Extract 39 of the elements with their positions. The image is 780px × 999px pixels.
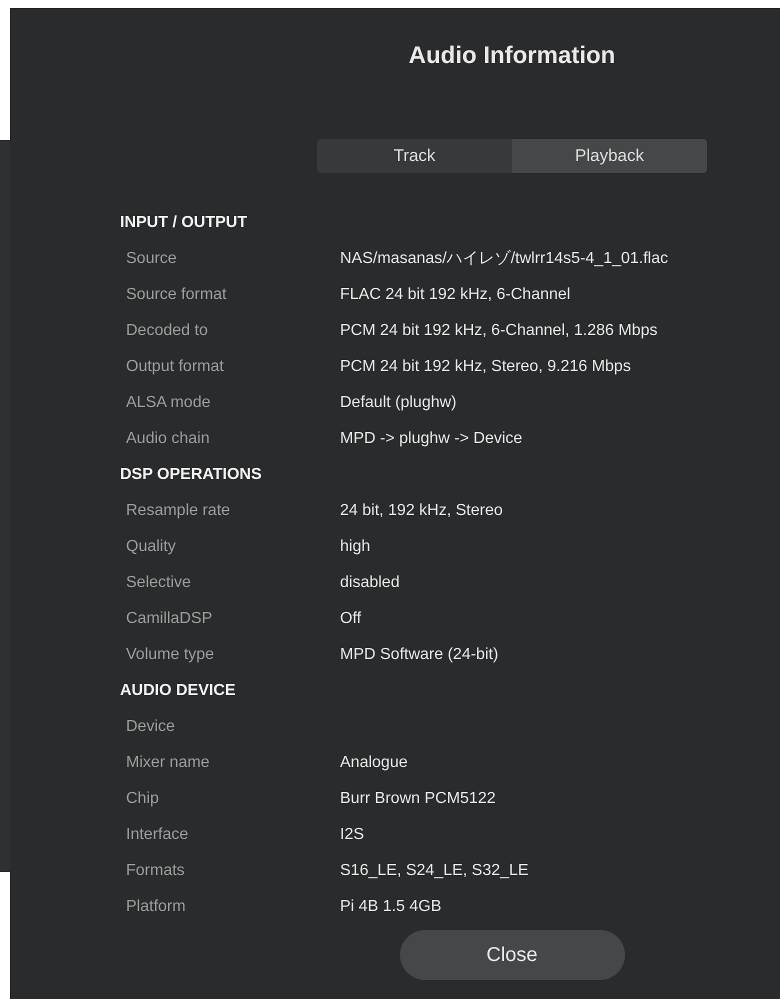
section-heading: INPUT / OUTPUT (120, 213, 248, 233)
close-button[interactable]: Close (400, 930, 624, 980)
field-value: disabled (340, 573, 400, 593)
field-label: Source format (126, 285, 228, 305)
field-value: Pi 4B 1.5 4GB (340, 897, 442, 917)
section-heading: AUDIO DEVICE (120, 681, 236, 701)
field-value: 24 bit, 192 kHz, Stereo (340, 501, 503, 521)
field-value: Off (340, 609, 362, 629)
field-value: Default (plughw) (340, 393, 456, 413)
field-label: Volume type (126, 645, 216, 665)
field-label: Interface (126, 825, 190, 845)
field-value: I2S (340, 825, 364, 845)
field-value: high (340, 537, 370, 557)
field-value: PCM 24 bit 192 kHz, 6-Channel, 1.286 Mbps (340, 321, 658, 341)
section-heading: DSP OPERATIONS (120, 465, 262, 485)
field-label: Audio chain (126, 429, 211, 449)
field-value: FLAC 24 bit 192 kHz, 6-Channel (340, 285, 570, 305)
field-label: Output format (126, 357, 225, 377)
field-label: Platform (126, 897, 187, 917)
dialog-title: Audio Information (408, 41, 616, 71)
field-value: MPD -> plughw -> Device (340, 429, 522, 449)
field-label: Decoded to (126, 321, 209, 341)
field-label: Selective (126, 573, 192, 593)
field-value: PCM 24 bit 192 kHz, Stereo, 9.216 Mbps (340, 357, 631, 377)
field-value: Burr Brown PCM5122 (340, 789, 496, 809)
tab[interactable]: Playback (512, 139, 707, 173)
field-label: ALSA mode (126, 393, 212, 413)
field-value: MPD Software (24-bit) (340, 645, 498, 665)
field-label: Chip (126, 789, 160, 809)
field-label: Source (126, 249, 178, 269)
field-value: S16_LE, S24_LE, S32_LE (340, 861, 529, 881)
field-label: Formats (126, 861, 186, 881)
field-label: Resample rate (126, 501, 232, 521)
field-value: NAS/masanas/ハイレゾ/twlrr14s5-4_1_01.flac (340, 248, 668, 269)
field-label: CamillaDSP (126, 609, 214, 629)
field-value: Analogue (340, 753, 408, 773)
field-label: Device (126, 717, 176, 737)
field-label: Mixer name (126, 753, 211, 773)
field-label: Quality (126, 537, 177, 557)
